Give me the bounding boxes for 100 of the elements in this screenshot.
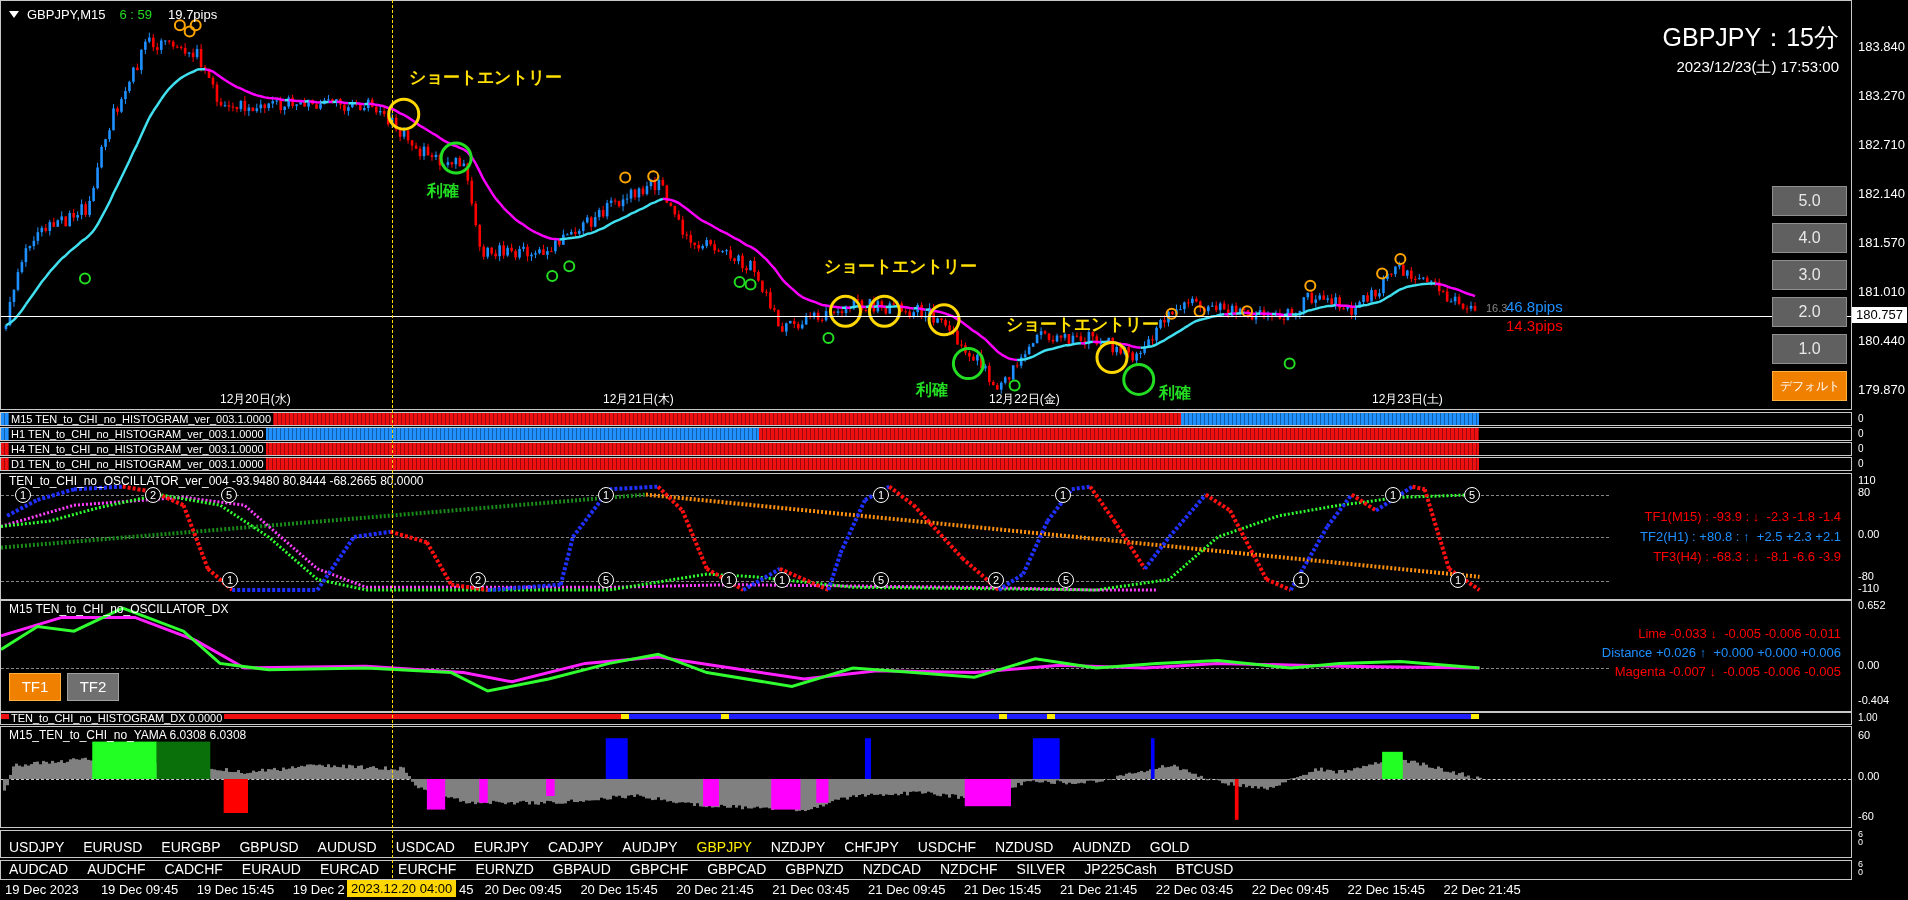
symbol-button[interactable]: AUDNZD: [1072, 839, 1131, 856]
symbol-button[interactable]: USDJPY: [9, 839, 65, 856]
price-label: 182.140: [1858, 187, 1905, 200]
date-label: 12月21日(木): [603, 393, 674, 405]
symbol-button[interactable]: CADJPY: [548, 839, 604, 856]
indicator-title: TEN_to_CHI_no_HISTOGRAM_DX 0.0000: [9, 713, 225, 724]
symbol-button[interactable]: GBPNZD: [785, 861, 844, 878]
circled-number: 1: [1450, 572, 1466, 588]
symbol-button[interactable]: EURGBP: [161, 839, 221, 856]
current-price-label: 180.757: [1852, 307, 1907, 323]
scale-button[interactable]: 3.0: [1772, 260, 1847, 290]
axis-label: 110: [1858, 475, 1876, 486]
circled-number: 1: [774, 572, 790, 588]
symbol-button[interactable]: EURJPY: [473, 839, 530, 856]
time-label: 20 Dec 21:45: [676, 883, 754, 896]
spread-label: 19.7pips: [168, 6, 218, 24]
symbol-button[interactable]: CHFJPY: [844, 839, 899, 856]
symbol-button[interactable]: NZDCAD: [862, 861, 921, 878]
indicator-title: M15_TEN_to_CHI_no_YAMA 6.0308 6.0308: [9, 729, 247, 741]
scale-button[interactable]: 1.0: [1772, 334, 1847, 364]
time-label: 19 Dec 2023: [5, 883, 79, 896]
circled-number: 5: [1058, 572, 1074, 588]
histogram-segment: [1, 714, 9, 719]
axis-label: 0: [1858, 444, 1864, 454]
reading-text: TF2(H1) : +80.8 : ↑ +2.5 +2.3 +2.1: [1640, 528, 1841, 546]
reading-text: TF1(M15) : -93.9 : ↓ -2.3 -1.8 -1.4: [1644, 508, 1841, 526]
circled-number: 2: [470, 572, 486, 588]
time-label: 22 Dec 03:45: [1155, 883, 1234, 896]
line-value-label: 16.3: [1486, 303, 1508, 314]
time-label: 22 Dec 15:45: [1347, 883, 1425, 896]
symbol-button[interactable]: JP225Cash: [1084, 861, 1157, 878]
date-label: 12月20日(水): [220, 393, 291, 405]
pips-label: 14.3pips: [1506, 318, 1563, 333]
date-label: 12月23日(土): [1372, 393, 1443, 405]
scale-button[interactable]: 2.0: [1772, 297, 1847, 327]
time-label: 19 Dec 15:45: [196, 883, 275, 896]
histogram-label: M15 TEN_to_CHI_no_HISTOGRAM_ver_003.1.0000: [9, 413, 274, 425]
price-label: 179.870: [1858, 383, 1905, 396]
time-label: 45: [459, 883, 474, 896]
axis-label: 0.00: [1858, 771, 1880, 782]
pips-label: 46.8pips: [1506, 299, 1563, 314]
symbol-button[interactable]: GBPCAD: [707, 861, 767, 878]
time-label: 21 Dec 21:45: [1059, 883, 1138, 896]
axis-label: 0: [1858, 838, 1863, 847]
symbol-button[interactable]: CADCHF: [164, 861, 223, 878]
symbol-button[interactable]: AUDCAD: [9, 861, 69, 878]
countdown-label: 6 : 59: [119, 6, 153, 24]
scale-button[interactable]: 4.0: [1772, 223, 1847, 253]
symbol-button[interactable]: AUDJPY: [622, 839, 678, 856]
time-label: 22 Dec 09:45: [1251, 883, 1330, 896]
circled-number: 1: [1055, 487, 1071, 503]
symbol-button[interactable]: EURCHF: [398, 861, 457, 878]
entry-annotation: ショートエントリー: [1006, 316, 1159, 333]
symbol-button[interactable]: NZDCHF: [940, 861, 998, 878]
axis-label: -110: [1858, 583, 1880, 594]
symbol-button[interactable]: GBPCHF: [629, 861, 689, 878]
time-label: 20 Dec 15:45: [580, 883, 658, 896]
symbol-button[interactable]: EURCAD: [319, 861, 380, 878]
reading-text: Magenta -0.007 ↓ -0.005 -0.006 -0.005: [1614, 663, 1841, 680]
symbol-button[interactable]: AUDCHF: [87, 861, 146, 878]
price-label: 180.440: [1858, 334, 1905, 347]
time-label: 21 Dec 03:45: [772, 883, 850, 896]
symbol-button[interactable]: EURAUD: [241, 861, 301, 878]
entry-annotation: ショートエントリー: [824, 258, 977, 275]
axis-label: 6: [1858, 830, 1863, 839]
reading-text: Lime -0.033 ↓ -0.005 -0.006 -0.011: [1638, 625, 1841, 642]
symbol-button[interactable]: AUDUSD: [317, 839, 377, 856]
date-label: 12月22日(金): [989, 393, 1060, 405]
crosshair-time-label: 2023.12.20 04:00: [347, 880, 457, 897]
reading-text: TF3(H4) : -68.3 : ↓ -8.1 -6.6 -3.9: [1653, 548, 1841, 566]
axis-label: 0.00: [1858, 529, 1880, 540]
symbol-button[interactable]: GBPJPY: [696, 839, 752, 856]
axis-label: -80: [1858, 571, 1874, 582]
symbol-button[interactable]: EURUSD: [83, 839, 143, 856]
symbol-button[interactable]: NZDJPY: [770, 839, 826, 856]
time-label: 21 Dec 09:45: [868, 883, 946, 896]
symbol-button[interactable]: EURNZD: [475, 861, 534, 878]
histogram-label: D1 TEN_to_CHI_no_HISTOGRAM_ver_003.1.0000: [9, 458, 266, 470]
symbol-button[interactable]: BTCUSD: [1175, 861, 1234, 878]
symbol-button[interactable]: GOLD: [1149, 839, 1190, 856]
caret-icon[interactable]: [9, 11, 19, 19]
reading-text: Distance +0.026 ↑ +0.000 +0.000 +0.006: [1601, 644, 1841, 661]
symbol-button[interactable]: NZDUSD: [995, 839, 1054, 856]
symbol-button[interactable]: USDCHF: [917, 839, 977, 856]
take-profit-annotation: 利確: [427, 183, 459, 199]
circled-number: 1: [873, 487, 889, 503]
histogram-label: H1 TEN_to_CHI_no_HISTOGRAM_ver_003.1.0000: [9, 428, 266, 440]
symbol-button[interactable]: USDCAD: [395, 839, 455, 856]
price-label: 183.840: [1858, 40, 1905, 53]
scale-button[interactable]: 5.0: [1772, 186, 1847, 216]
price-label: 181.570: [1858, 236, 1905, 249]
axis-label: 0: [1858, 414, 1864, 424]
circled-number: 2: [145, 487, 161, 503]
symbol-button[interactable]: GBPAUD: [552, 861, 611, 878]
circled-number: 5: [1464, 487, 1480, 503]
axis-label: 80: [1858, 487, 1871, 498]
timeframe-button[interactable]: TF2: [67, 673, 119, 701]
symbol-button[interactable]: GBPUSD: [239, 839, 299, 856]
axis-label: 0: [1858, 868, 1863, 877]
symbol-button[interactable]: SILVER: [1016, 861, 1066, 878]
